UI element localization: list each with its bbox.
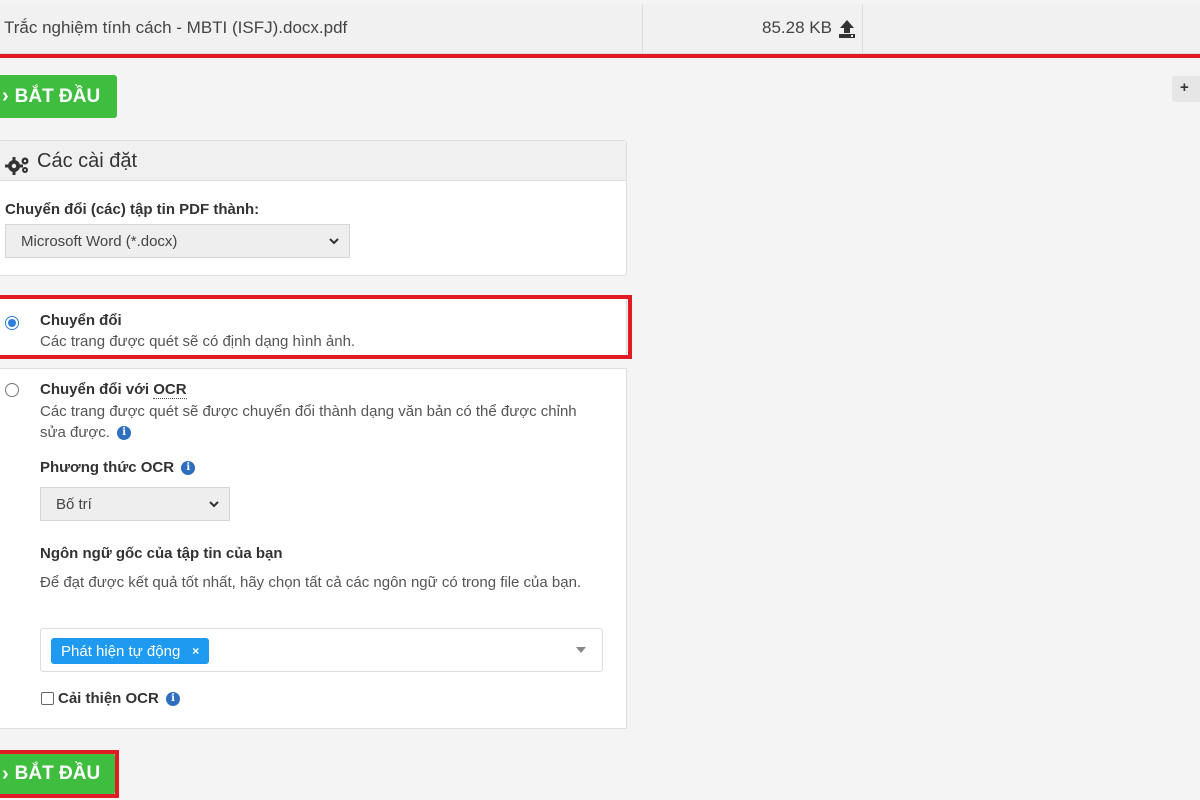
improve-ocr-checkbox[interactable] [41, 692, 54, 705]
option-ocr-title: Chuyển đổi với OCR [40, 381, 187, 399]
upload-icon[interactable] [836, 18, 858, 40]
ocr-method-label-text: Phương thức OCR [40, 459, 175, 476]
convert-to-label: Chuyển đổi (các) tập tin PDF thành: [5, 201, 260, 218]
chevron-down-icon[interactable] [576, 647, 586, 653]
language-label: Ngôn ngữ gốc của tập tin của bạn [40, 545, 283, 562]
gears-icon [5, 156, 29, 175]
chevron-down-icon [329, 238, 339, 245]
settings-panel: Các cài đặt Chuyển đổi (các) tập tin PDF… [0, 140, 627, 276]
file-size: 85.28 KB [762, 18, 832, 37]
language-tag: Phát hiện tự động × [51, 638, 210, 664]
start-button-top[interactable]: › BẮT ĐẦU [0, 75, 117, 118]
option-ocr-desc: Các trang được quét sẽ được chuyển đổi t… [40, 401, 585, 443]
language-hint: Để đạt được kết quả tốt nhất, hãy chọn t… [40, 574, 582, 591]
start-button-label: BẮT ĐẦU [14, 85, 101, 107]
column-divider [862, 4, 863, 54]
chevron-down-icon [209, 501, 219, 508]
language-select[interactable]: Phát hiện tự động × [40, 628, 603, 672]
option-convert-title: Chuyển đổi [40, 312, 122, 329]
file-name: Trắc nghiệm tính cách - MBTI (ISFJ).docx… [4, 18, 348, 37]
settings-header: Các cài đặt [0, 141, 626, 181]
info-icon[interactable]: i [117, 426, 132, 441]
option-ocr-title-prefix: Chuyển đổi với [40, 381, 154, 398]
info-icon[interactable]: i [166, 692, 181, 707]
improve-ocr-label-text: Cải thiện OCR [58, 690, 159, 707]
radio-convert-ocr[interactable] [5, 383, 19, 397]
format-select-value: Microsoft Word (*.docx) [21, 233, 178, 250]
ocr-method-select[interactable]: Bố trí [40, 487, 230, 521]
chevron-right-icon: › [2, 762, 9, 785]
ocr-abbr: OCR [153, 381, 187, 399]
info-icon[interactable]: i [181, 461, 196, 476]
column-divider [642, 4, 643, 54]
add-more-button[interactable]: + [1172, 76, 1200, 102]
settings-title: Các cài đặt [37, 150, 138, 172]
chevron-right-icon: › [2, 85, 9, 107]
option-convert-desc: Các trang được quét sẽ có định dạng hình… [40, 333, 356, 350]
start-button-bottom[interactable]: › BẮT ĐẦU [0, 753, 115, 795]
improve-ocr-label: Cải thiện OCR i [58, 690, 181, 707]
tag-remove-icon[interactable]: × [192, 644, 199, 658]
start-button-label: BẮT ĐẦU [14, 763, 101, 784]
radio-convert[interactable] [5, 316, 19, 330]
format-select[interactable]: Microsoft Word (*.docx) [5, 224, 350, 258]
language-tag-label: Phát hiện tự động [61, 642, 181, 660]
ocr-method-value: Bố trí [56, 496, 92, 513]
ocr-method-label: Phương thức OCR i [40, 459, 196, 476]
